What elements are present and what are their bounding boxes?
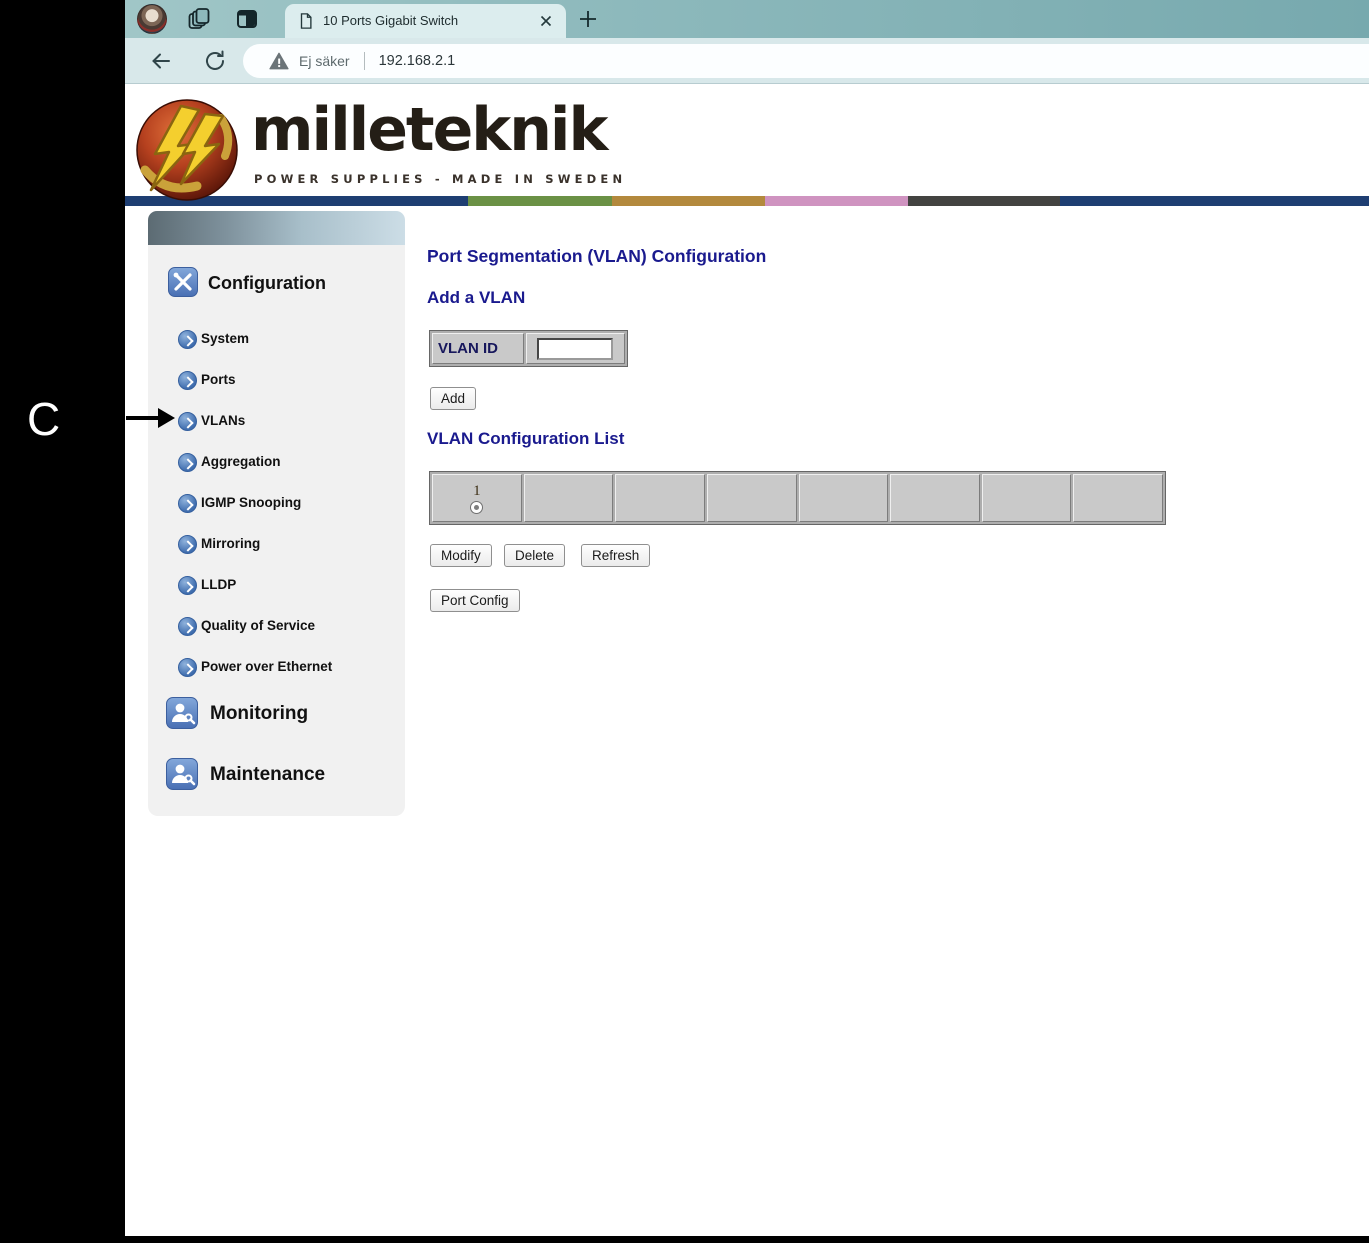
sidebar-section-maintenance[interactable]: Maintenance [210,764,325,786]
vlan-id-label: VLAN ID [432,333,524,364]
chevron-right-icon [178,576,197,595]
chevron-right-icon [178,617,197,636]
brand-name: milleteknik [251,100,606,160]
vlan-id-input-cell [526,333,625,364]
sidebar-item-aggregation[interactable]: Aggregation [148,451,405,475]
stripe-segment [612,196,765,206]
vlan-list-empty-cell [707,474,797,522]
vlan-list-empty-cell [1073,474,1163,522]
split-window-icon[interactable] [235,7,259,31]
tab-stack-icon[interactable] [187,7,211,31]
sidebar-item-system[interactable]: System [148,328,405,352]
chevron-right-icon [178,658,197,677]
vlan-select-radio[interactable] [470,501,483,514]
browser-toolbar: Ej säker 192.168.2.1 [125,38,1369,84]
annotation-arrow [126,416,161,420]
chevron-right-icon [178,330,197,349]
profile-avatar[interactable] [137,4,167,34]
annotation-label-c: C [27,392,60,446]
page-title: Port Segmentation (VLAN) Configuration [427,246,766,267]
chevron-right-icon [178,412,197,431]
configuration-tools-icon [168,267,198,297]
sidebar-item-label: Aggregation [201,454,281,469]
port-config-button[interactable]: Port Config [430,589,520,612]
brand-color-stripe [125,196,1369,206]
stripe-segment [468,196,612,206]
milleteknik-logo-icon [135,98,239,202]
vlan-list-empty-cell [524,474,614,522]
sidebar-nav: Configuration System Ports VLANs Aggrega… [148,211,405,816]
add-vlan-heading: Add a VLAN [427,288,525,308]
vlan-id-value: 1 [473,483,481,500]
chevron-right-icon [178,453,197,472]
sidebar-item-label: Mirroring [201,536,260,551]
vlan-list-empty-cell [890,474,980,522]
stripe-segment [908,196,1060,206]
back-icon[interactable] [149,49,173,73]
vlan-list-cell: 1 [432,474,522,522]
stripe-segment [1060,196,1369,206]
vlan-id-input[interactable] [537,338,613,360]
stripe-segment [765,196,908,206]
refresh-button[interactable]: Refresh [581,544,650,567]
sidebar-item-label: VLANs [201,413,245,428]
vlan-list-table: 1 [429,471,1166,525]
security-label[interactable]: Ej säker [299,53,350,69]
maintenance-person-wrench-icon [166,758,198,790]
url-text[interactable]: 192.168.2.1 [379,53,456,69]
sidebar-item-label: Quality of Service [201,618,315,633]
sidebar-item-label: LLDP [201,577,236,592]
sidebar-item-mirroring[interactable]: Mirroring [148,533,405,557]
sidebar-item-label: System [201,331,249,346]
sidebar-item-quality-of-service[interactable]: Quality of Service [148,615,405,639]
address-bar[interactable]: Ej säker 192.168.2.1 [243,44,1369,78]
document-icon [297,12,315,30]
modify-button[interactable]: Modify [430,544,492,567]
sidebar-item-lldp[interactable]: LLDP [148,574,405,598]
vlan-list-empty-cell [615,474,705,522]
close-tab-icon[interactable] [538,13,554,29]
chevron-right-icon [178,494,197,513]
vlan-list-empty-cell [982,474,1072,522]
vlan-list-heading: VLAN Configuration List [427,429,624,449]
sidebar-item-label: Power over Ethernet [201,659,332,674]
tab-strip: 10 Ports Gigabit Switch [125,0,1369,38]
browser-window: 10 Ports Gigabit Switch Ej säker 192. [125,0,1369,1236]
sidebar-item-ports[interactable]: Ports [148,369,405,393]
vlan-list-empty-cell [799,474,889,522]
sidebar-section-monitoring[interactable]: Monitoring [210,703,308,725]
sidebar-header-bar [148,211,405,245]
sidebar-item-label: IGMP Snooping [201,495,301,510]
add-button[interactable]: Add [430,387,476,410]
monitoring-person-wrench-icon [166,697,198,729]
logo-header: milleteknik POWER SUPPLIES - MADE IN SWE… [125,84,1369,196]
chevron-right-icon [178,535,197,554]
new-tab-icon[interactable] [577,8,599,30]
sidebar-item-vlans[interactable]: VLANs [148,410,405,434]
annotation-arrow-head-icon [158,408,175,428]
tab-title: 10 Ports Gigabit Switch [323,13,458,28]
chevron-right-icon [178,371,197,390]
sidebar-item-igmp-snooping[interactable]: IGMP Snooping [148,492,405,516]
address-divider [364,52,365,70]
browser-tab[interactable]: 10 Ports Gigabit Switch [285,4,566,38]
brand-tagline: POWER SUPPLIES - MADE IN SWEDEN [254,172,610,186]
not-secure-warning-icon[interactable] [269,52,289,70]
refresh-icon[interactable] [203,49,227,73]
sidebar-item-label: Ports [201,372,236,387]
sidebar-section-configuration[interactable]: Configuration [208,273,326,294]
add-vlan-form-table: VLAN ID [429,330,628,367]
delete-button[interactable]: Delete [504,544,565,567]
sidebar-item-power-over-ethernet[interactable]: Power over Ethernet [148,656,405,680]
